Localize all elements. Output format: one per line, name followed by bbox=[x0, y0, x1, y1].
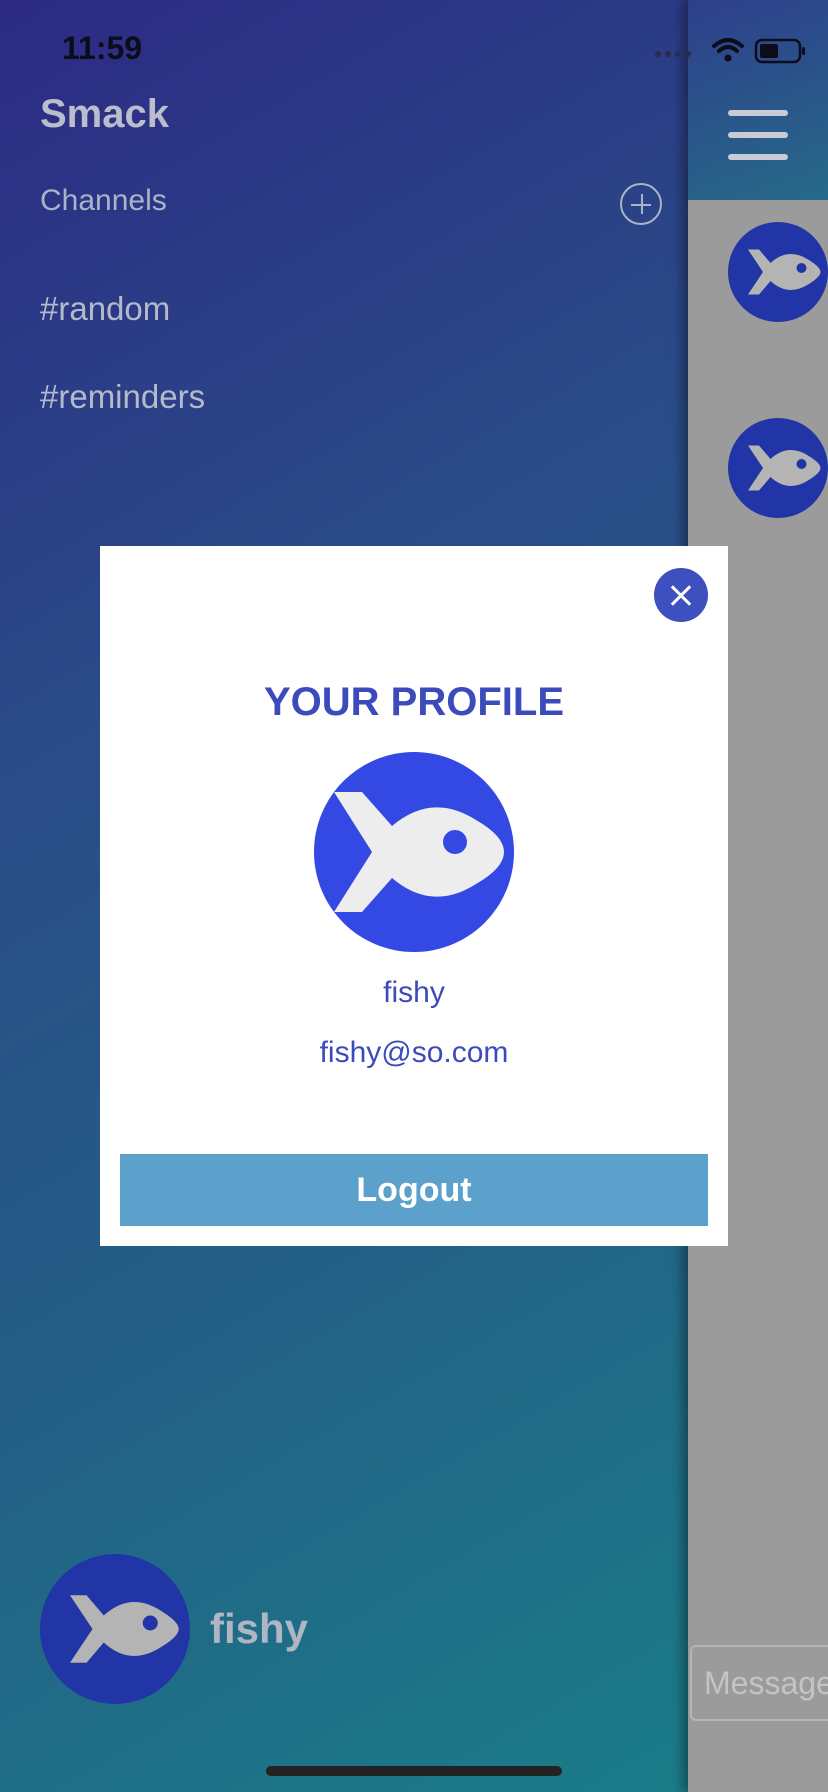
add-icon[interactable] bbox=[620, 183, 662, 225]
fish-icon bbox=[70, 1595, 179, 1663]
close-icon[interactable] bbox=[654, 568, 708, 622]
fish-icon bbox=[748, 249, 821, 295]
message-input[interactable]: Message bbox=[690, 1645, 828, 1721]
channel-item-reminders[interactable]: #reminders bbox=[40, 378, 205, 416]
status-icons bbox=[628, 30, 828, 70]
profile-modal: YOUR PROFILE fishy fishy@so.com Logout bbox=[100, 546, 728, 1246]
modal-title: YOUR PROFILE bbox=[263, 680, 565, 724]
profile-name: fishy bbox=[383, 976, 445, 1009]
channel-item-random[interactable]: #random bbox=[40, 290, 170, 328]
user-name[interactable]: fishy bbox=[210, 1605, 308, 1653]
menu-icon[interactable] bbox=[728, 110, 788, 160]
fish-icon bbox=[748, 445, 821, 491]
profile-avatar bbox=[314, 752, 514, 952]
home-indicator[interactable] bbox=[266, 1766, 562, 1776]
logout-button[interactable]: Logout bbox=[120, 1154, 708, 1226]
fish-icon bbox=[334, 792, 504, 912]
channels-label: Channels bbox=[40, 184, 167, 217]
avatar[interactable] bbox=[40, 1554, 190, 1704]
message-avatar bbox=[728, 418, 828, 518]
battery-icon bbox=[754, 38, 805, 64]
message-avatar bbox=[728, 222, 828, 322]
app-title: Smack bbox=[40, 92, 169, 136]
wifi-icon bbox=[712, 38, 744, 53]
status-time: 11:59 bbox=[62, 30, 143, 66]
profile-email: fishy@so.com bbox=[319, 1036, 509, 1069]
signal-dots-icon bbox=[655, 51, 691, 57]
